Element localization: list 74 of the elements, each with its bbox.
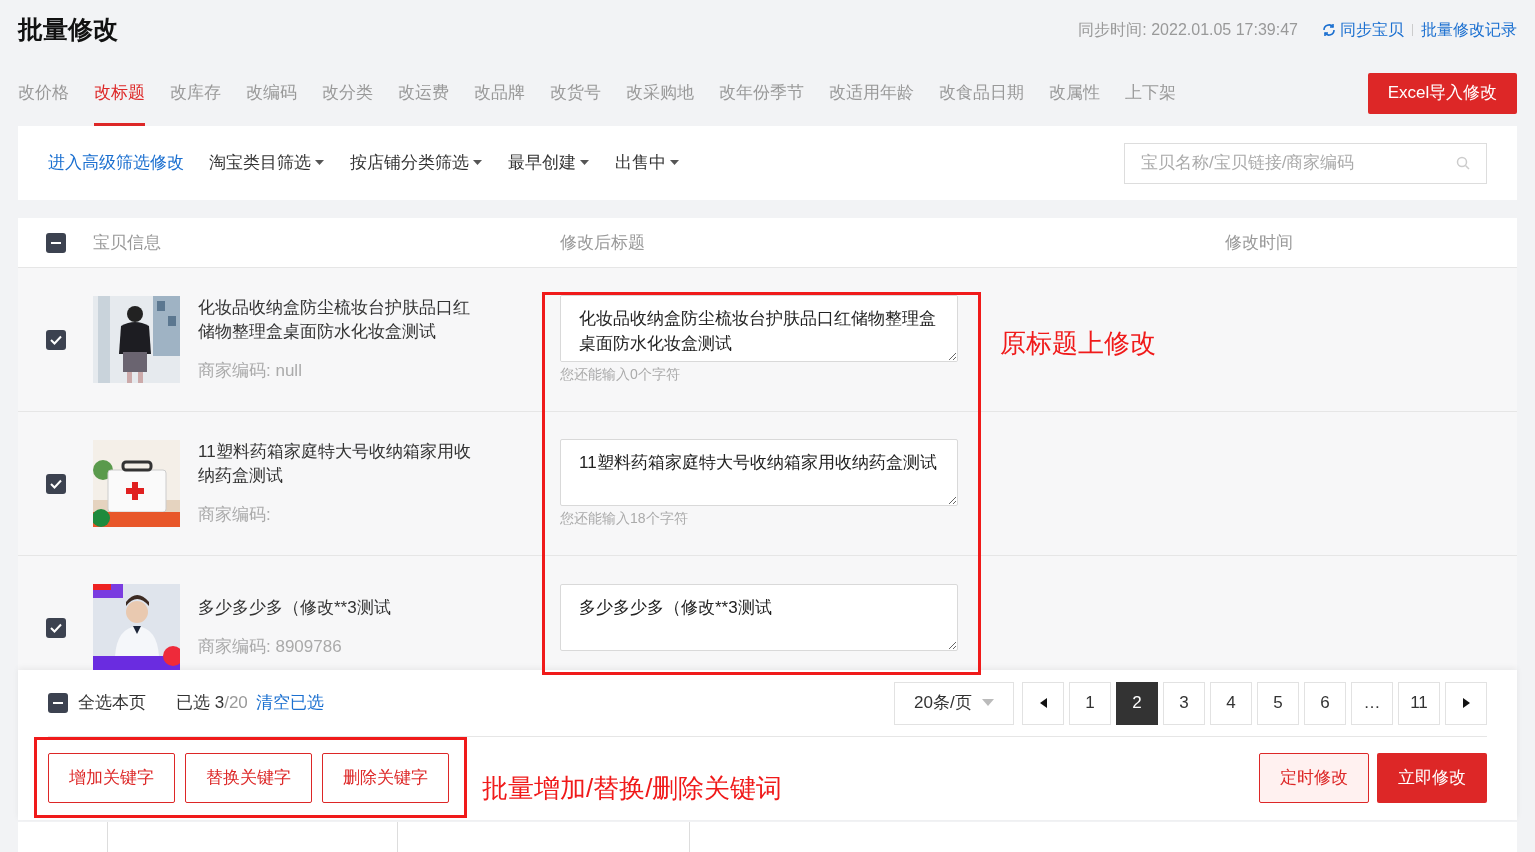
check-icon	[49, 622, 62, 633]
annotation-label: 批量增加/替换/删除关键词	[482, 772, 783, 805]
caret-icon	[315, 160, 324, 166]
filter-dropdown[interactable]: 最早创建	[508, 150, 589, 176]
product-title[interactable]: 11塑料药箱家庭特大号收纳箱家用收纳药盒测试	[198, 439, 481, 488]
remaining-hint: 您还能输入18个字符	[560, 508, 689, 528]
page-button[interactable]: 2	[1116, 681, 1158, 725]
excel-import-button[interactable]: Excel导入修改	[1368, 72, 1517, 114]
history-link[interactable]: 批量修改记录	[1421, 18, 1517, 42]
caret-icon	[473, 160, 482, 166]
page-button[interactable]: 11	[1398, 681, 1440, 725]
tab[interactable]: 改采购地	[626, 60, 694, 126]
page-button[interactable]: 6	[1304, 681, 1346, 725]
tab[interactable]: 改价格	[18, 60, 69, 126]
advanced-filter-link[interactable]: 进入高级筛选修改	[48, 150, 184, 176]
triangle-left-icon	[1039, 698, 1047, 708]
search-icon	[1456, 156, 1470, 170]
check-icon	[49, 334, 62, 345]
tab[interactable]: 改年份季节	[719, 60, 804, 126]
tab[interactable]: 改适用年龄	[829, 60, 914, 126]
keyword-button[interactable]: 替换关键字	[185, 753, 312, 803]
merchant-code: 商家编码:	[198, 503, 272, 526]
caret-icon	[580, 160, 589, 166]
tab[interactable]: 改分类	[322, 60, 373, 126]
title-input[interactable]: 11塑料药箱家庭特大号收纳箱家用收纳药盒测试	[560, 438, 958, 506]
remaining-hint: 您还能输入0个字符	[560, 364, 681, 384]
filter-dropdown[interactable]: 按店铺分类筛选	[350, 150, 482, 176]
refresh-icon	[1322, 23, 1336, 37]
selected-total: /20	[224, 692, 248, 715]
merchant-code: 商家编码: 8909786	[198, 635, 343, 658]
row-checkbox[interactable]	[45, 473, 66, 494]
sync-time: 同步时间: 2022.01.05 17:39:47	[1078, 20, 1298, 40]
filter-dropdown[interactable]: 出售中	[615, 150, 679, 176]
page-button[interactable]: 5	[1257, 681, 1299, 725]
merchant-code: 商家编码: null	[198, 359, 303, 382]
tab[interactable]: 改货号	[550, 60, 601, 126]
caret-icon	[982, 699, 994, 707]
selected-count: 已选 3	[176, 692, 225, 715]
row-checkbox[interactable]	[45, 617, 66, 638]
check-icon	[49, 478, 62, 489]
page-button[interactable]: 1	[1069, 681, 1111, 725]
select-page-label: 全选本页	[78, 692, 146, 715]
page-size-select[interactable]: 20条/页	[894, 681, 1014, 725]
caret-icon	[670, 160, 679, 166]
title-input[interactable]: 化妆品收纳盒防尘梳妆台护肤品口红储物整理盒桌面防水化妆盒测试	[560, 294, 958, 362]
page-button[interactable]: 3	[1163, 681, 1205, 725]
product-title[interactable]: 多少多少多（修改**3测试	[198, 595, 481, 620]
schedule-button[interactable]: 定时修改	[1259, 753, 1369, 803]
header-checkbox[interactable]	[45, 232, 66, 253]
page-title: 批量修改	[18, 14, 118, 46]
triangle-right-icon	[1462, 698, 1470, 708]
apply-button[interactable]: 立即修改	[1377, 753, 1487, 803]
tab[interactable]: 改食品日期	[939, 60, 1024, 126]
filter-dropdown[interactable]: 淘宝类目筛选	[209, 150, 324, 176]
tab[interactable]: 上下架	[1125, 60, 1176, 126]
page-button[interactable]: 4	[1210, 681, 1252, 725]
select-page-checkbox[interactable]	[48, 693, 68, 713]
keyword-button[interactable]: 增加关键字	[48, 753, 175, 803]
sync-link[interactable]: 同步宝贝	[1322, 18, 1404, 42]
tab[interactable]: 改库存	[170, 60, 221, 126]
keyword-button[interactable]: 删除关键字	[322, 753, 449, 803]
tab[interactable]: 改品牌	[474, 60, 525, 126]
annotation-label: 原标题上修改	[1000, 327, 1156, 360]
tab[interactable]: 改属性	[1049, 60, 1100, 126]
product-title[interactable]: 化妆品收纳盒防尘梳妆台护肤品口红储物整理盒桌面防水化妆盒测试	[198, 295, 481, 344]
clear-selection-link[interactable]: 清空已选	[255, 690, 324, 716]
row-checkbox[interactable]	[45, 329, 66, 350]
page-button[interactable]: …	[1351, 681, 1393, 725]
title-input[interactable]: 多少多少多（修改**3测试	[560, 583, 958, 651]
tab[interactable]: 改运费	[398, 60, 449, 126]
column-header: 宝贝信息	[93, 231, 162, 254]
column-header: 修改后标题	[560, 231, 646, 254]
tab[interactable]: 改编码	[246, 60, 297, 126]
column-header: 修改时间	[1225, 231, 1293, 254]
